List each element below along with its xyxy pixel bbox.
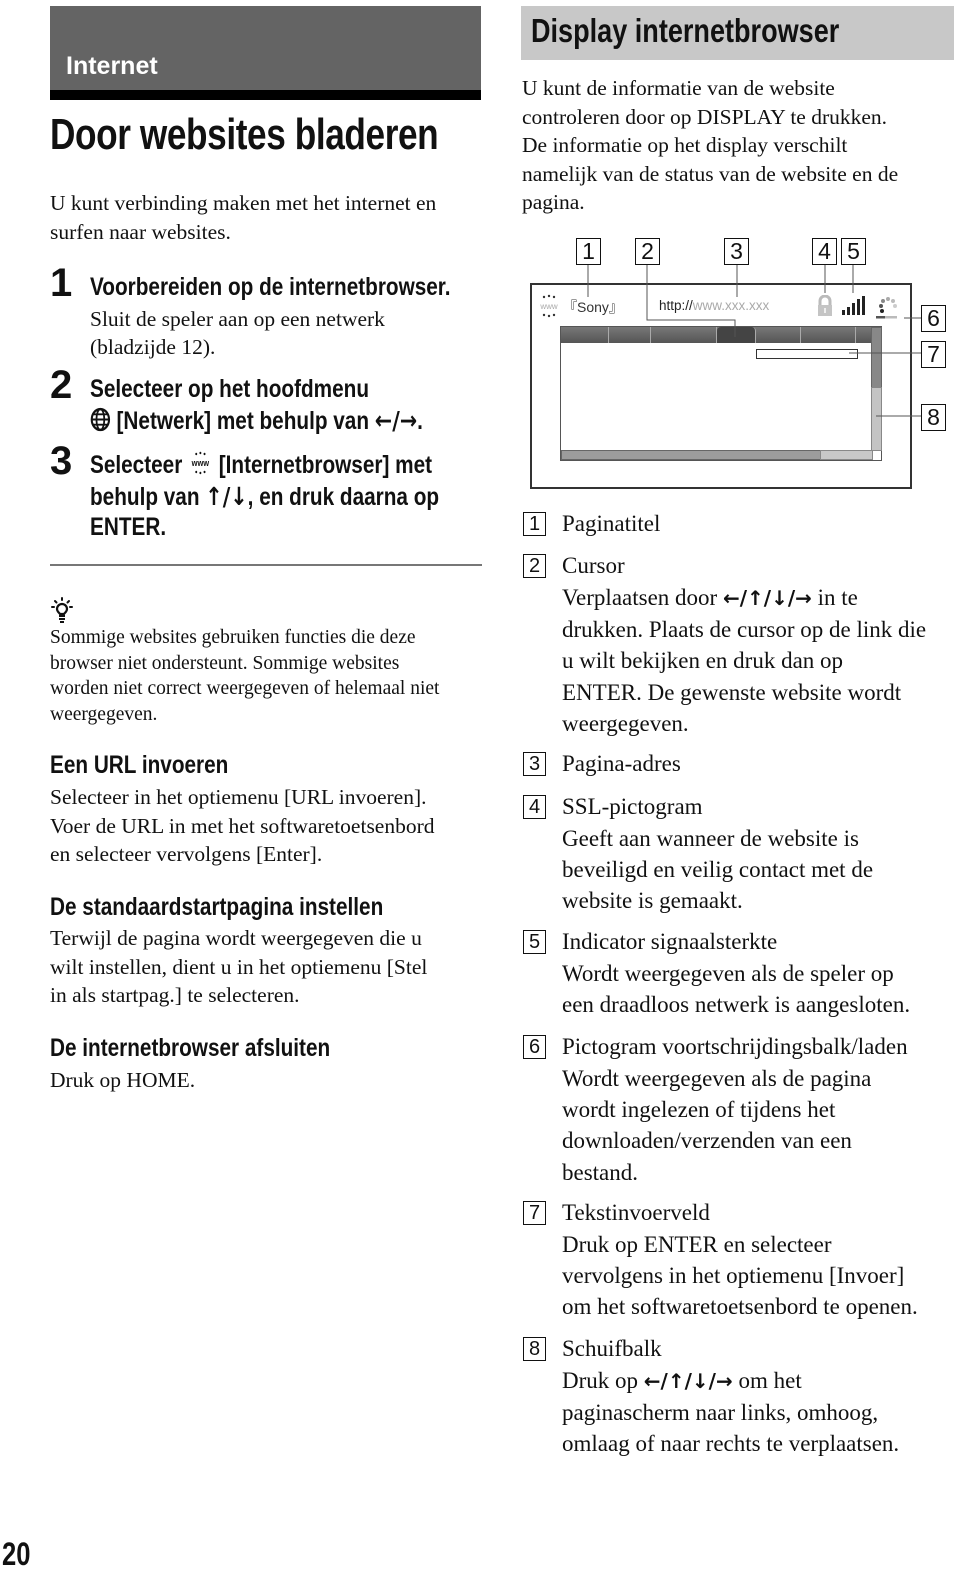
desc-line: wordt ingelezen of tijdens het	[562, 1097, 836, 1123]
subsection-heading-close: De internetbrowser afsluiten	[50, 1034, 331, 1062]
legend-desc: Geeft aan wanneer de website is beveilig…	[562, 823, 873, 917]
desc-line: beveiligd en veilig contact met de	[562, 857, 874, 883]
desc-line: drukken. Plaats de cursor op de link die	[562, 617, 927, 643]
body-line: en selecteer vervolgens [Enter].	[50, 842, 323, 866]
subsection-heading-startpage: De standaardstartpagina instellen	[50, 893, 384, 921]
body-line: Terwijl de pagina wordt weergegeven die …	[50, 926, 422, 950]
callout-8: 8	[921, 404, 946, 431]
legend-title: Pagina-adres	[562, 751, 681, 776]
desc-text: Druk op	[562, 1368, 639, 1393]
desc-line: downloaden/verzenden van een	[562, 1128, 852, 1154]
desc-line: paginascherm naar links, omhoog,	[562, 1400, 879, 1426]
tip-line: weergegeven.	[50, 703, 158, 725]
tip-line: worden niet correct weergegeven of helem…	[50, 678, 440, 699]
legend-number: 3	[523, 752, 546, 776]
legend-title: Cursor	[562, 553, 625, 578]
legend-number: 7	[523, 1201, 546, 1225]
desc-text: in te	[817, 585, 858, 610]
legend-desc: Verplaatsen door ←/↑/↓/→ in te drukken. …	[562, 582, 926, 739]
legend-title: SSL-pictogram	[562, 794, 703, 819]
callout-2: 2	[635, 238, 660, 265]
legend-title: Indicator signaalsterkte	[562, 929, 778, 954]
callout-4: 4	[812, 238, 837, 265]
desc-line: website is gemaakt.	[562, 888, 743, 914]
subsection-body-startpage: Terwijl de pagina wordt weergegeven die …	[50, 924, 490, 1010]
desc-line: omlaag of naar rechts te verplaatsen.	[562, 1431, 900, 1457]
desc-line: een draadloos netwerk is aangesloten.	[562, 992, 911, 1018]
desc-line: u wilt bekijken en druk dan op	[562, 648, 844, 674]
subsection-heading-url: Een URL invoeren	[50, 751, 229, 779]
callout-5: 5	[841, 238, 866, 265]
subsection-body-url: Selecteer in het optiemenu [URL invoeren…	[50, 783, 490, 869]
legend-desc: Druk op ←/↑/↓/→ om het paginascherm naar…	[562, 1365, 899, 1460]
legend-title: Paginatitel	[562, 511, 661, 536]
legend-title: Schuifbalk	[562, 1336, 662, 1361]
callout-3: 3	[724, 238, 749, 265]
desc-line: Geeft aan wanneer de website is	[562, 826, 859, 851]
legend-number: 2	[523, 554, 546, 578]
desc-line: bestand.	[562, 1159, 639, 1185]
body-line: Druk op HOME.	[50, 1068, 196, 1092]
desc-line: ENTER. De gewenste website wordt	[562, 679, 902, 705]
body-line: in als startpag.] te selecteren.	[50, 983, 300, 1007]
lightbulb-icon	[50, 597, 74, 628]
tip-text: Sommige websites gebruiken functies die …	[50, 625, 490, 727]
page-number: 20	[2, 1536, 31, 1572]
body-line: Voer de URL in met het softwaretoetsenbo…	[50, 813, 435, 838]
legend-desc: Wordt weergegeven als de pagina wordt in…	[562, 1063, 871, 1188]
legend-title: Pictogram voortschrijdingsbalk/laden	[562, 1034, 908, 1059]
tip-line: browser niet ondersteunt. Sommige websit…	[50, 652, 400, 674]
legend-desc: Wordt weergegeven als de speler op een d…	[562, 958, 910, 1020]
browser-display-diagram: www 『Sony』 http://www.xxx.xxx 1 2 3 4 5 …	[0, 0, 960, 500]
legend-number: 8	[523, 1337, 546, 1361]
step-3-title-line-3: ENTER.	[90, 513, 167, 541]
section-divider	[50, 564, 482, 566]
desc-line: Wordt weergegeven als de speler op	[562, 961, 894, 986]
legend-desc: Druk op ENTER en selecteer vervolgens in…	[562, 1229, 918, 1323]
desc-line: weergegeven.	[562, 710, 689, 736]
body-line: Selecteer in het optiemenu [URL invoeren…	[50, 785, 427, 809]
body-line: wilt instellen, dient u in het optiemenu…	[50, 954, 428, 979]
direction-arrows-icon: ←/↑/↓/→	[643, 1369, 733, 1393]
desc-line: Druk op ENTER en selecteer	[562, 1232, 832, 1257]
desc-line: vervolgens in het optiemenu [Invoer]	[562, 1263, 905, 1289]
callout-6: 6	[921, 305, 946, 332]
callout-1: 1	[576, 238, 601, 265]
legend-number: 4	[523, 795, 546, 819]
direction-arrows-icon: ←/↑/↓/→	[722, 586, 812, 610]
callout-7: 7	[921, 341, 946, 368]
subsection-body-close: Druk op HOME.	[50, 1066, 490, 1095]
tip-line: Sommige websites gebruiken functies die …	[50, 627, 416, 648]
desc-text: Verplaatsen door	[562, 585, 718, 610]
legend-number: 6	[523, 1035, 546, 1059]
desc-line: om het softwaretoetsenbord te openen.	[562, 1294, 918, 1320]
legend-number: 1	[523, 512, 546, 536]
desc-line: Wordt weergegeven als de pagina	[562, 1066, 872, 1091]
legend-title: Tekstinvoerveld	[562, 1200, 710, 1225]
desc-text: om het	[738, 1368, 802, 1393]
legend-number: 5	[523, 930, 546, 954]
